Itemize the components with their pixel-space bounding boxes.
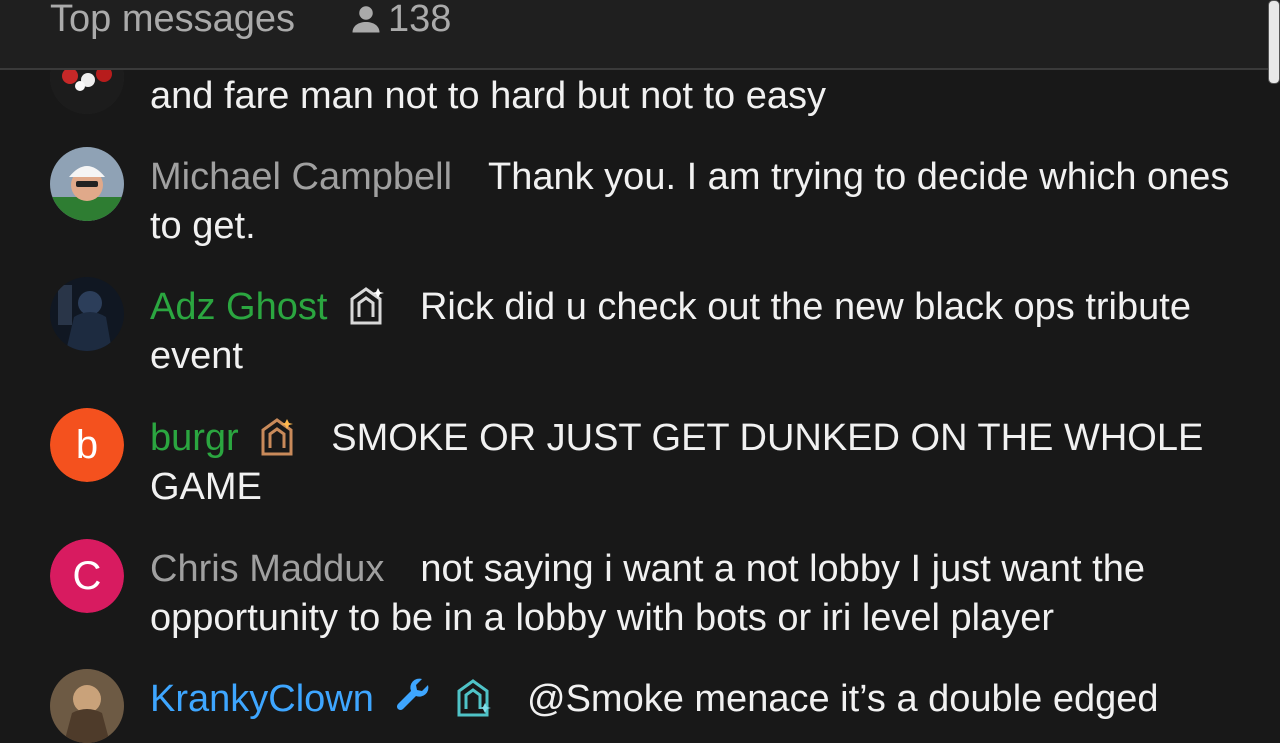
author-name[interactable]: burgr [150, 417, 239, 459]
person-icon [352, 6, 380, 33]
message-body: Chris Maddux not saying i want a not lobb… [150, 545, 1230, 643]
message-text: SMOKE OR JUST GET DUNKED ON THE WHOLE GA… [150, 417, 1204, 508]
avatar-letter: C [72, 553, 102, 598]
author-name[interactable]: Chris Maddux [150, 548, 384, 590]
member-badge-icon [259, 416, 295, 456]
author-name[interactable]: Adz Ghost [150, 286, 327, 328]
viewer-count-value: 138 [388, 0, 452, 40]
scrollbar[interactable] [1266, 0, 1280, 84]
message-body: Adz Ghost Rick did u check out the new b… [150, 283, 1230, 381]
wrench-icon [394, 677, 434, 717]
avatar[interactable] [50, 147, 124, 221]
author-name[interactable]: Michael Campbell [150, 156, 452, 198]
chat-header: Top messages 138 [0, 0, 1280, 70]
viewer-count: 138 [348, 0, 451, 42]
avatar[interactable]: b [50, 408, 124, 482]
chat-mode-title[interactable]: Top messages [50, 0, 295, 42]
message-body: Michael Campbell Thank you. I am trying t… [150, 153, 1230, 251]
member-badge-icon [348, 285, 384, 325]
message-body: burgr SMOKE OR JUST GET DUNKED ON THE WH… [150, 414, 1230, 512]
avatar[interactable] [50, 277, 124, 351]
message-body: KrankyClown @Smoke menace it’s a double … [150, 675, 1230, 724]
avatar[interactable] [50, 669, 124, 743]
avatar-letter: b [75, 422, 99, 467]
message-text: and fare man not to hard but not to easy [150, 75, 827, 117]
message-text: @Smoke menace it’s a double edged [527, 678, 1159, 720]
author-name[interactable]: KrankyClown [150, 678, 374, 720]
avatar[interactable]: C [50, 539, 124, 613]
member-badge-icon [455, 677, 491, 717]
